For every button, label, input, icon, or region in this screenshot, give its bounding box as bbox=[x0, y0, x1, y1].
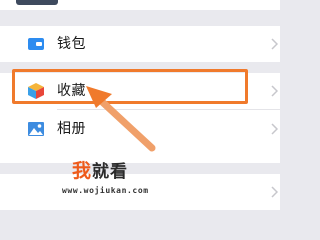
menu-item-album[interactable]: 相册 bbox=[0, 111, 280, 147]
photo-icon bbox=[28, 122, 44, 136]
watermark-brand-accent: 我 bbox=[72, 160, 93, 182]
divider bbox=[57, 109, 280, 110]
menu-item-label: 钱包 bbox=[57, 36, 86, 52]
chevron-right-icon bbox=[271, 85, 278, 97]
avatar bbox=[16, 0, 58, 5]
favorites-highlight-box bbox=[12, 69, 248, 104]
watermark-brand: 我就看 bbox=[72, 160, 128, 183]
chevron-right-icon bbox=[271, 186, 278, 198]
chevron-right-icon bbox=[271, 38, 278, 50]
wallet-card-icon bbox=[28, 38, 44, 50]
wechat-me-screen: 钱包 收藏 相册 我就看 www.wojiukan.com bbox=[0, 0, 280, 210]
watermark: 我就看 www.wojiukan.com bbox=[54, 160, 214, 210]
chevron-right-icon bbox=[271, 123, 278, 135]
watermark-url: www.wojiukan.com bbox=[62, 186, 149, 195]
menu-item-label: 相册 bbox=[57, 121, 86, 137]
menu-group-wallet: 钱包 bbox=[0, 26, 280, 62]
menu-item-wallet[interactable]: 钱包 bbox=[0, 26, 280, 62]
profile-card[interactable] bbox=[0, 0, 280, 10]
watermark-brand-rest: 就看 bbox=[92, 162, 129, 182]
